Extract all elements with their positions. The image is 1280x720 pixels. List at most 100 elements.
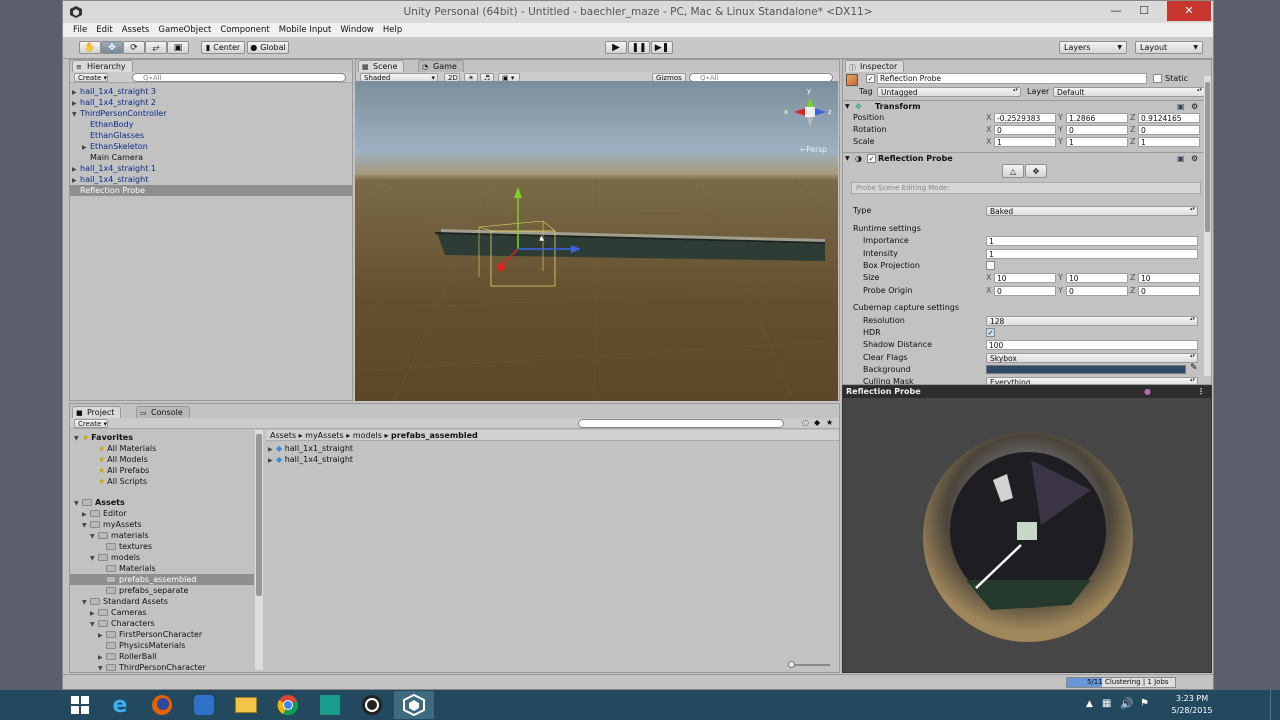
folder-tree-item[interactable]: textures <box>70 541 254 552</box>
tab-project[interactable]: ■ Project <box>72 406 122 418</box>
resolution-dropdown[interactable]: 128 <box>986 316 1198 326</box>
menu-edit[interactable]: Edit <box>96 25 112 35</box>
menu-gameobject[interactable]: GameObject <box>158 25 211 35</box>
static-checkbox[interactable] <box>1153 74 1162 83</box>
hierarchy-search-input[interactable]: Q∙All <box>132 73 346 82</box>
menu-assets[interactable]: Assets <box>122 25 150 35</box>
folder-tree-item[interactable]: ▼ myAssets <box>70 519 254 530</box>
type-dropdown[interactable]: Baked <box>986 206 1198 216</box>
taskbar-unity[interactable] <box>394 691 434 719</box>
edit-origin-button[interactable]: ✥ <box>1025 164 1047 178</box>
folder-tree-item[interactable]: PhysicsMaterials <box>70 640 254 651</box>
hierarchy-item[interactable]: ▼ ThirdPersonController <box>70 108 352 119</box>
hdr-checkbox[interactable]: ✓ <box>986 328 995 337</box>
position-x-field[interactable]: -0.2529383 <box>994 113 1056 123</box>
size-y-field[interactable]: 10 <box>1066 273 1128 283</box>
tab-hierarchy[interactable]: ≡ Hierarchy <box>72 60 133 72</box>
maximize-button[interactable]: ☐ <box>1131 1 1157 21</box>
taskbar-firefox[interactable] <box>142 691 182 719</box>
gear-icon[interactable]: ⚙ <box>1191 153 1198 165</box>
taskbar-explorer[interactable] <box>226 691 266 719</box>
culling-mask-dropdown[interactable]: Everything <box>986 377 1198 384</box>
start-button[interactable] <box>60 691 100 719</box>
menu-component[interactable]: Component <box>220 25 269 35</box>
network-icon[interactable]: ▦ <box>1102 698 1111 709</box>
scrollbar-thumb[interactable] <box>256 434 262 596</box>
clear-flags-dropdown[interactable]: Skybox <box>986 353 1198 363</box>
scene-viewport[interactable]: y x z ←Persp <box>355 81 838 401</box>
hierarchy-item[interactable]: ▶ EthanSkeleton <box>70 141 352 152</box>
folder-tree-item[interactable]: ▶ FirstPersonCharacter <box>70 629 254 640</box>
taskbar-app-2[interactable] <box>310 691 350 719</box>
hand-tool-button[interactable]: ✋ <box>79 41 101 54</box>
rotation-z-field[interactable]: 0 <box>1138 125 1200 135</box>
menu-window[interactable]: Window <box>340 25 374 35</box>
rotation-y-field[interactable]: 0 <box>1066 125 1128 135</box>
folder-tree-item[interactable]: ▼ models <box>70 552 254 563</box>
favorite-star-icon[interactable]: ★ <box>826 418 833 427</box>
hierarchy-item[interactable]: EthanBody <box>70 119 352 130</box>
component-enabled-checkbox[interactable]: ✓ <box>867 154 876 163</box>
breadcrumb-item-current[interactable]: prefabs_assembled <box>391 431 478 440</box>
global-button[interactable]: ● Global <box>247 41 289 54</box>
clock[interactable]: 3:23 PM 5/28/2015 <box>1162 693 1222 717</box>
reflection-probe-header[interactable]: ▼ ◑ ✓ Reflection Probe ▣ ⚙ <box>843 152 1207 164</box>
close-button[interactable]: ✕ <box>1167 1 1211 21</box>
layer-dropdown[interactable]: Default <box>1053 87 1205 97</box>
edit-bounds-button[interactable]: △ <box>1002 164 1024 178</box>
gear-icon[interactable]: ⚙ <box>1191 101 1198 113</box>
taskbar-chrome[interactable] <box>268 691 308 719</box>
show-desktop-button[interactable] <box>1270 690 1280 720</box>
hierarchy-item[interactable]: ▶ hall_1x4_straight 3 <box>70 86 352 97</box>
scale-tool-button[interactable]: ⥂ <box>145 41 167 54</box>
background-color-swatch[interactable] <box>986 365 1186 374</box>
object-name-field[interactable]: Reflection Probe <box>877 73 1147 84</box>
tab-scene[interactable]: ▦ Scene <box>358 60 405 72</box>
probe-origin-x-field[interactable]: 0 <box>994 286 1056 296</box>
folder-tree-item[interactable]: ★ All Models <box>70 454 254 465</box>
breadcrumb-item[interactable]: models <box>353 431 382 440</box>
perspective-label[interactable]: ←Persp <box>800 145 827 154</box>
hierarchy-item[interactable]: ▶ hall_1x4_straight 1 <box>70 163 352 174</box>
rotate-tool-button[interactable]: ⟳ <box>123 41 145 54</box>
icon-size-slider[interactable] <box>788 661 830 668</box>
folder-tree-item[interactable]: ▼ Standard Assets <box>70 596 254 607</box>
tab-game[interactable]: ◔ Game <box>418 60 464 72</box>
folder-tree-item[interactable]: ▶ Cameras <box>70 607 254 618</box>
scrollbar-thumb[interactable] <box>1205 82 1210 232</box>
folder-tree-item[interactable]: ▼ ThirdPersonCharacter <box>70 662 254 672</box>
tab-console[interactable]: ▭ Console <box>136 406 190 418</box>
scale-z-field[interactable]: 1 <box>1138 137 1200 147</box>
eyedropper-icon[interactable]: ✎ <box>1190 363 1198 373</box>
play-button[interactable]: ▶ <box>605 41 627 54</box>
folder-tree-item[interactable]: ▼ ★ Favorites <box>70 432 254 443</box>
folder-tree-item[interactable]: ★ All Prefabs <box>70 465 254 476</box>
volume-icon[interactable]: 🔊 <box>1120 697 1134 710</box>
folder-tree-item[interactable]: ▶ RollerBall <box>70 651 254 662</box>
breadcrumb-item[interactable]: myAssets <box>305 431 344 440</box>
title-bar[interactable]: Unity Personal (64bit) - Untitled - baec… <box>63 1 1213 23</box>
transform-header[interactable]: ▼ ✥ Transform ▣ ⚙ <box>843 100 1207 112</box>
breadcrumb-item[interactable]: Assets <box>270 431 296 440</box>
folder-tree-item[interactable]: ▼ materials <box>70 530 254 541</box>
rotation-x-field[interactable]: 0 <box>994 125 1056 135</box>
folder-tree-item[interactable]: ▼ Assets <box>70 497 254 508</box>
folder-tree-item[interactable]: ★ All Materials <box>70 443 254 454</box>
help-icon[interactable]: ▣ <box>1177 101 1185 113</box>
tag-dropdown[interactable]: Untagged <box>877 87 1021 97</box>
hierarchy-item-selected[interactable]: Reflection Probe <box>70 185 352 196</box>
folder-tree-item[interactable]: prefabs_assembled <box>70 574 254 585</box>
project-create-dropdown[interactable]: Create ▾ <box>74 419 108 428</box>
position-z-field[interactable]: 0.9124165 <box>1138 113 1200 123</box>
help-icon[interactable]: ▣ <box>1177 153 1185 165</box>
layout-dropdown[interactable]: Layout ▼ <box>1135 41 1203 54</box>
taskbar-ie[interactable]: e <box>100 691 140 719</box>
pivot-center-button[interactable]: ▮ Center <box>201 41 245 54</box>
preview-options-icon[interactable]: ⋮ <box>1197 386 1205 398</box>
folder-tree-item[interactable]: ▶ Editor <box>70 508 254 519</box>
preview-settings-icon[interactable]: ● <box>1144 386 1151 398</box>
inspector-scrollbar[interactable] <box>1204 76 1211 376</box>
hierarchy-item[interactable]: ▶ hall_1x4_straight <box>70 174 352 185</box>
probe-origin-z-field[interactable]: 0 <box>1138 286 1200 296</box>
taskbar-app[interactable] <box>184 691 224 719</box>
